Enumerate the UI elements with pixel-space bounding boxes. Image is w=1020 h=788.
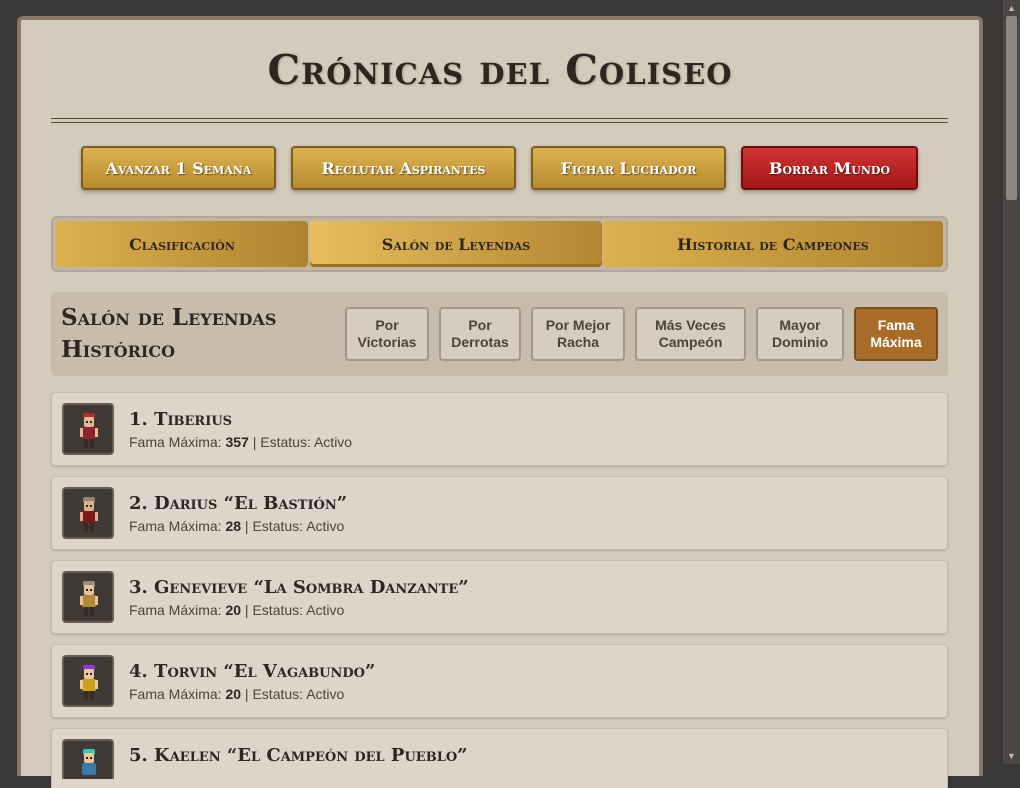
sort-by-max-fame-button[interactable]: Fama Máxima: [854, 307, 938, 361]
status-value: Activo: [306, 686, 345, 702]
fighter-stats: Fama Máxima: 20 | Estatus: Activo: [129, 602, 345, 618]
fighter-sprite-icon: [82, 749, 96, 775]
status-value: Activo: [306, 518, 345, 534]
sort-by-losses-button[interactable]: Por Derrotas: [439, 307, 521, 361]
fighter-stats: Fama Máxima: 357 | Estatus: Activo: [129, 434, 353, 450]
fighter-sprite-icon: [80, 665, 98, 700]
fame-value: 20: [225, 602, 242, 618]
status-value: Activo: [313, 434, 353, 450]
fame-value: 357: [225, 434, 249, 450]
fighter-avatar: [62, 403, 114, 455]
fighter-name: 3. Genevieve “La Sombra Danzante”: [129, 577, 469, 598]
advance-week-button[interactable]: Avanzar 1 Semana: [81, 146, 276, 190]
fighter-avatar: [62, 571, 114, 623]
fighter-avatar: [62, 487, 114, 539]
fighter-sprite-icon: [80, 497, 98, 532]
main-panel: Crónicas del Coliseo Avanzar 1 Semana Re…: [17, 16, 983, 788]
hall-header: Salón de Leyendas Histórico Por Victoria…: [51, 292, 948, 376]
fighter-sprite-icon: [80, 581, 98, 616]
status-value: Activo: [306, 602, 345, 618]
tab-hall-of-legends[interactable]: Salón de Leyendas: [310, 221, 602, 267]
scroll-thumb[interactable]: [1006, 16, 1017, 200]
fighter-card[interactable]: 1. Tiberius Fama Máxima: 357 | Estatus: …: [51, 392, 948, 466]
reset-world-button[interactable]: Borrar Mundo: [741, 146, 918, 190]
fighter-sprite-icon: [80, 413, 98, 448]
sort-by-most-titles-button[interactable]: Más Veces Campeón: [635, 307, 746, 361]
sort-by-best-streak-button[interactable]: Por Mejor Racha: [531, 307, 625, 361]
fighter-card[interactable]: 5. Kaelen “El Campeón del Pueblo”: [51, 728, 948, 788]
main-tabs: Clasificación Salón de Leyendas Historia…: [51, 216, 948, 272]
scroll-down-icon[interactable]: ▼: [1003, 748, 1020, 764]
fighter-avatar: [62, 739, 114, 779]
fighter-avatar: [62, 655, 114, 707]
sort-by-wins-button[interactable]: Por Victorias: [345, 307, 429, 361]
page-title: Crónicas del Coliseo: [267, 46, 733, 94]
sign-fighter-button[interactable]: Fichar Luchador: [531, 146, 726, 190]
fighter-card[interactable]: 3. Genevieve “La Sombra Danzante” Fama M…: [51, 560, 948, 634]
fighter-name: 1. Tiberius: [129, 409, 233, 430]
fighter-stats: Fama Máxima: 28 | Estatus: Activo: [129, 518, 345, 534]
tab-standings[interactable]: Clasificación: [56, 221, 308, 267]
title-divider: [51, 118, 948, 123]
fighter-name: 2. Darius “El Bastión”: [129, 493, 348, 514]
hall-title: Salón de Leyendas Histórico: [61, 304, 277, 363]
sort-by-dominance-button[interactable]: Mayor Dominio: [756, 307, 844, 361]
recruit-aspirants-button[interactable]: Reclutar Aspirantes: [291, 146, 516, 190]
fighter-name: 4. Torvin “El Vagabundo”: [129, 661, 376, 682]
fighter-card[interactable]: 2. Darius “El Bastión” Fama Máxima: 28 |…: [51, 476, 948, 550]
fame-value: 20: [225, 686, 242, 702]
scrollbar[interactable]: ▲ ▼: [1003, 0, 1020, 764]
fighter-name: 5. Kaelen “El Campeón del Pueblo”: [129, 745, 468, 766]
fighter-stats: Fama Máxima: 20 | Estatus: Activo: [129, 686, 345, 702]
fame-value: 28: [225, 518, 242, 534]
scroll-up-icon[interactable]: ▲: [1003, 0, 1020, 16]
fighter-card[interactable]: 4. Torvin “El Vagabundo” Fama Máxima: 20…: [51, 644, 948, 718]
tab-champions-history[interactable]: Historial de Campeones: [603, 221, 943, 267]
